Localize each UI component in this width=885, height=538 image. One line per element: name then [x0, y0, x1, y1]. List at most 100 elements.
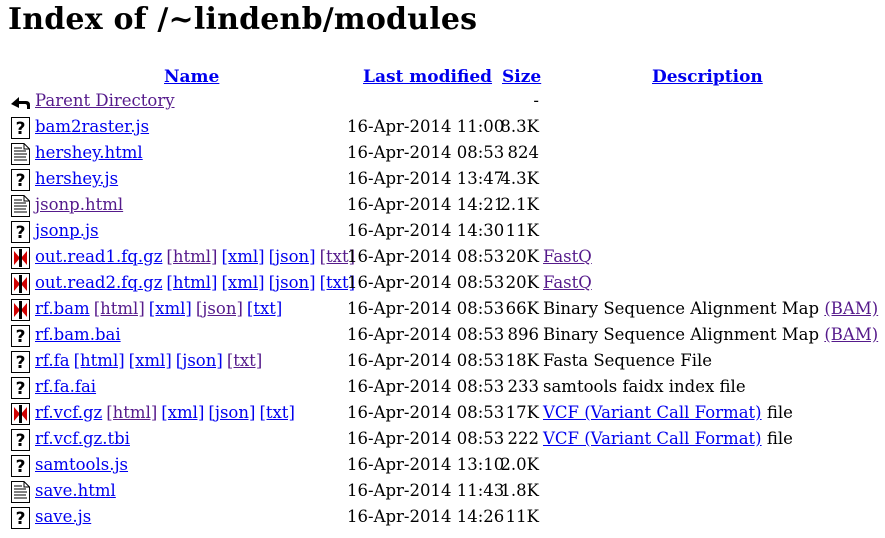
last-modified-cell: 16-Apr-2014 08:53	[347, 299, 505, 318]
table-row: out.read2.fq.gz [html] [xml] [json] [txt] 16-…	[0, 272, 885, 296]
svg-text:?: ?	[16, 171, 26, 191]
table-row: save.html 16-Apr-2014 11:43 1.8K	[0, 480, 885, 504]
file-link[interactable]: bam2raster.js	[35, 117, 149, 136]
last-modified-cell: 16-Apr-2014 14:26	[347, 507, 505, 526]
file-link[interactable]: jsonp.html	[35, 195, 123, 214]
file-link[interactable]: rf.fa.fai	[35, 377, 96, 396]
format-link-html[interactable]: [html]	[74, 351, 125, 370]
format-link-json[interactable]: [json]	[208, 403, 255, 422]
unknown-file-icon: ?	[10, 507, 31, 529]
format-link-json[interactable]: [json]	[176, 351, 223, 370]
svg-text:?: ?	[16, 327, 26, 347]
format-link-xml[interactable]: [xml]	[221, 247, 264, 266]
format-link-xml[interactable]: [xml]	[149, 299, 192, 318]
file-name-cell: jsonp.js	[35, 221, 99, 240]
description-cell: Binary Sequence Alignment Map (BAM)	[543, 299, 878, 318]
svg-text:?: ?	[16, 353, 26, 373]
sort-by-description-link[interactable]: Description	[652, 67, 763, 87]
unknown-file-icon: ?	[10, 351, 31, 373]
description-text: file	[761, 429, 793, 448]
file-link[interactable]: rf.fa	[35, 351, 70, 370]
file-link[interactable]: rf.bam.bai	[35, 325, 121, 344]
file-link[interactable]: hershey.html	[35, 143, 143, 162]
sort-by-size-link[interactable]: Size	[502, 67, 541, 87]
description-text: Binary Sequence Alignment Map	[543, 299, 825, 318]
unknown-file-icon: ?	[10, 429, 31, 451]
format-link-json[interactable]: [json]	[196, 299, 243, 318]
description-link[interactable]: (BAM)	[824, 325, 878, 344]
table-row: ? jsonp.js 16-Apr-2014 14:30 11K	[0, 220, 885, 244]
description-link[interactable]: FastQ	[543, 273, 592, 292]
table-row: ? hershey.js 16-Apr-2014 13:47 4.3K	[0, 168, 885, 192]
file-name-cell: save.html	[35, 481, 116, 500]
description-cell: samtools faidx index file	[543, 377, 746, 396]
format-link-html[interactable]: [html]	[166, 273, 217, 292]
format-link-html[interactable]: [html]	[106, 403, 157, 422]
format-link-xml[interactable]: [xml]	[221, 273, 264, 292]
svg-text:?: ?	[16, 379, 26, 399]
size-cell: 222	[507, 429, 540, 448]
sort-by-name-link[interactable]: Name	[164, 67, 219, 87]
file-link[interactable]: save.html	[35, 481, 116, 500]
table-row: ? rf.fa.fai 16-Apr-2014 08:53 233 samtools f…	[0, 376, 885, 400]
size-cell: 8.3K	[500, 117, 539, 136]
binary-file-icon	[10, 403, 31, 425]
file-link[interactable]: rf.vcf.gz	[35, 403, 102, 422]
description-link[interactable]: FastQ	[543, 247, 592, 266]
svg-text:?: ?	[16, 119, 26, 139]
file-name-cell: Parent Directory	[35, 91, 175, 110]
file-link[interactable]: hershey.js	[35, 169, 118, 188]
size-cell: 66K	[505, 299, 539, 318]
format-link-txt[interactable]: [txt]	[227, 351, 262, 370]
file-name-cell: rf.bam [html] [xml] [json] [txt]	[35, 299, 282, 318]
format-link-txt[interactable]: [txt]	[247, 299, 282, 318]
description-cell: VCF (Variant Call Format) file	[543, 403, 793, 422]
table-row: hershey.html 16-Apr-2014 08:53 824	[0, 142, 885, 166]
table-row: out.read1.fq.gz [html] [xml] [json] [txt] 16-…	[0, 246, 885, 270]
svg-text:?: ?	[16, 457, 26, 477]
last-modified-cell: 16-Apr-2014 08:53	[347, 247, 505, 266]
description-link[interactable]: VCF (Variant Call Format)	[543, 403, 762, 422]
description-link[interactable]: (BAM)	[824, 299, 878, 318]
file-link[interactable]: rf.vcf.gz.tbi	[35, 429, 130, 448]
description-cell: VCF (Variant Call Format) file	[543, 429, 793, 448]
text-file-icon	[10, 143, 31, 165]
last-modified-cell: 16-Apr-2014 14:30	[347, 221, 505, 240]
last-modified-cell: 16-Apr-2014 14:21	[347, 195, 505, 214]
size-cell: 233	[507, 377, 540, 396]
file-name-cell: rf.vcf.gz [html] [xml] [json] [txt]	[35, 403, 295, 422]
last-modified-cell: 16-Apr-2014 13:47	[347, 169, 505, 188]
binary-file-icon	[10, 299, 31, 321]
description-link[interactable]: VCF (Variant Call Format)	[543, 429, 762, 448]
format-link-xml[interactable]: [xml]	[161, 403, 204, 422]
last-modified-cell: 16-Apr-2014 08:53	[347, 403, 505, 422]
format-link-html[interactable]: [html]	[166, 247, 217, 266]
file-link[interactable]: jsonp.js	[35, 221, 99, 240]
file-name-cell: out.read2.fq.gz [html] [xml] [json] [txt]	[35, 273, 355, 292]
table-row: Parent Directory -	[0, 90, 885, 114]
file-name-cell: rf.vcf.gz.tbi	[35, 429, 130, 448]
file-link[interactable]: out.read1.fq.gz	[35, 247, 162, 266]
table-row: ? samtools.js 16-Apr-2014 13:10 2.0K	[0, 454, 885, 478]
format-link-json[interactable]: [json]	[269, 247, 316, 266]
file-link[interactable]: samtools.js	[35, 455, 128, 474]
last-modified-cell: 16-Apr-2014 13:10	[347, 455, 505, 474]
format-link-html[interactable]: [html]	[94, 299, 145, 318]
file-link[interactable]: Parent Directory	[35, 91, 175, 110]
format-link-txt[interactable]: [txt]	[259, 403, 294, 422]
file-link[interactable]: rf.bam	[35, 299, 90, 318]
unknown-file-icon: ?	[10, 221, 31, 243]
last-modified-cell: 16-Apr-2014 08:53	[347, 377, 505, 396]
file-link[interactable]: save.js	[35, 507, 91, 526]
size-cell: 896	[507, 325, 540, 344]
file-name-cell: out.read1.fq.gz [html] [xml] [json] [txt]	[35, 247, 355, 266]
last-modified-cell: 16-Apr-2014 08:53	[347, 325, 505, 344]
unknown-file-icon: ?	[10, 325, 31, 347]
sort-by-last-modified-link[interactable]: Last modified	[363, 67, 492, 87]
description-cell: Fasta Sequence File	[543, 351, 712, 370]
format-link-json[interactable]: [json]	[269, 273, 316, 292]
format-link-xml[interactable]: [xml]	[129, 351, 172, 370]
description-text: Fasta Sequence File	[543, 351, 713, 370]
file-link[interactable]: out.read2.fq.gz	[35, 273, 162, 292]
size-cell: 18K	[505, 351, 539, 370]
